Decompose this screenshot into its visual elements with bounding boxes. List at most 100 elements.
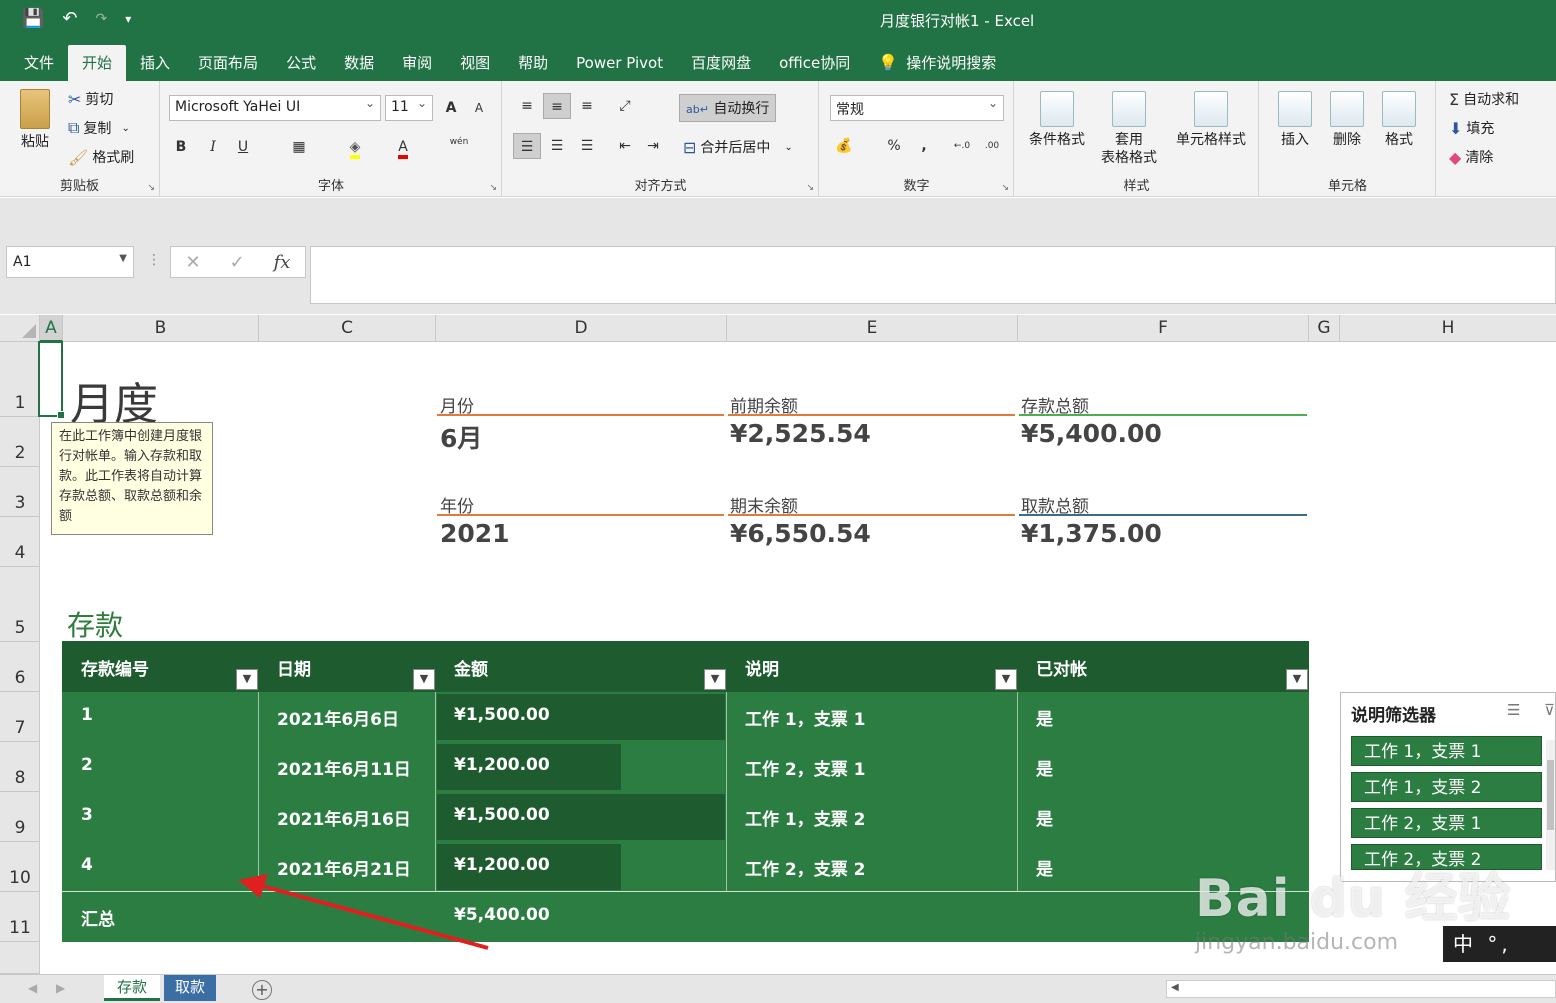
column-header-f[interactable]: F xyxy=(1018,315,1309,342)
fill-button[interactable]: ⬇ 填充 xyxy=(1449,118,1494,138)
tab-file[interactable]: 文件 xyxy=(10,45,68,81)
phonetic-button[interactable]: wén xyxy=(445,134,473,160)
row-header-11[interactable]: 11 xyxy=(0,892,40,942)
tab-power-pivot[interactable]: Power Pivot xyxy=(562,45,677,81)
bold-button[interactable]: B xyxy=(167,134,195,160)
percent-style-button[interactable]: % xyxy=(880,133,908,159)
table-cell[interactable]: 工作 1，支票 2 xyxy=(745,805,866,830)
slicer-item[interactable]: 工作 1，支票 1 xyxy=(1351,736,1542,766)
tab-help[interactable]: 帮助 xyxy=(504,45,562,81)
wrap-text-button[interactable]: ab↵ 自动换行 xyxy=(679,94,777,122)
column-header-g[interactable]: G xyxy=(1309,315,1340,342)
filter-dropdown-icon[interactable]: ▼ xyxy=(995,669,1017,690)
row-header-10[interactable]: 10 xyxy=(0,842,40,892)
scroll-left-icon[interactable]: ◀ xyxy=(1171,982,1179,993)
table-cell[interactable]: 2021年6月6日 xyxy=(277,705,399,730)
align-right-icon[interactable]: ☰ xyxy=(573,133,601,159)
align-middle-icon[interactable]: ≡ xyxy=(543,93,571,119)
format-as-table-button[interactable]: 套用 表格格式 xyxy=(1091,91,1167,167)
total-value[interactable]: ¥5,400.00 xyxy=(454,905,550,925)
row-header-8[interactable]: 8 xyxy=(0,742,40,792)
redo-icon[interactable]: ↷ xyxy=(96,11,108,27)
dialog-launcher-icon[interactable]: ↘ xyxy=(1001,183,1009,193)
horizontal-scrollbar[interactable]: ◀ xyxy=(1166,980,1556,998)
table-cell[interactable]: 工作 2，支票 2 xyxy=(745,855,866,880)
more-options-icon[interactable]: ⋮ xyxy=(147,252,161,268)
font-name-select[interactable]: Microsoft YaHei UI xyxy=(169,95,381,121)
active-cell-a1[interactable] xyxy=(38,341,65,419)
align-center-icon[interactable]: ☰ xyxy=(543,133,571,159)
multi-select-icon[interactable]: ☰ xyxy=(1507,701,1520,719)
table-cell[interactable]: ¥1,200.00 xyxy=(454,755,550,775)
filter-dropdown-icon[interactable]: ▼ xyxy=(704,669,726,690)
select-all-button[interactable] xyxy=(0,315,40,342)
autosum-button[interactable]: Σ 自动求和 xyxy=(1449,89,1519,109)
table-cell[interactable]: 是 xyxy=(1036,755,1053,780)
enter-icon[interactable]: ✓ xyxy=(230,252,245,273)
number-format-select[interactable]: 常规 xyxy=(830,95,1004,121)
table-cell[interactable]: 2021年6月11日 xyxy=(277,755,411,780)
column-header-c[interactable]: C xyxy=(259,315,436,342)
insert-function-icon[interactable]: fx xyxy=(274,252,291,273)
tab-home[interactable]: 开始 xyxy=(68,45,127,81)
customize-qat-icon[interactable]: ▾ xyxy=(125,12,131,26)
grow-font-button[interactable]: A xyxy=(437,95,465,121)
row-header-3[interactable]: 3 xyxy=(0,467,40,517)
column-header-b[interactable]: B xyxy=(63,315,259,342)
cut-button[interactable]: ✂ 剪切 xyxy=(68,89,113,109)
format-painter-button[interactable]: 🖌 格式刷 xyxy=(68,147,134,167)
undo-icon[interactable]: ↶ xyxy=(62,8,77,29)
filter-dropdown-icon[interactable]: ▼ xyxy=(413,669,435,690)
dialog-launcher-icon[interactable]: ↘ xyxy=(806,183,814,193)
row-header-2[interactable]: 2 xyxy=(0,417,40,467)
dialog-launcher-icon[interactable]: ↘ xyxy=(489,183,497,193)
ime-indicator[interactable]: 中 °, xyxy=(1443,926,1556,962)
delete-cells-button[interactable]: 删除 xyxy=(1322,91,1372,149)
dialog-launcher-icon[interactable]: ↘ xyxy=(147,183,155,193)
font-color-button[interactable]: A xyxy=(389,134,417,160)
sheet-tab-withdrawals[interactable]: 取款 xyxy=(164,975,216,1001)
copy-button[interactable]: ⧉ 复制 ⌄ xyxy=(68,118,130,138)
tell-me-search[interactable]: 💡 操作说明搜索 xyxy=(864,45,1010,81)
filter-dropdown-icon[interactable]: ▼ xyxy=(1286,669,1308,690)
table-cell[interactable]: 是 xyxy=(1036,805,1053,830)
table-cell[interactable]: 工作 2，支票 1 xyxy=(745,755,866,780)
row-header-12[interactable] xyxy=(0,942,40,974)
description-slicer[interactable]: 说明筛选器 ☰ ⊽ 工作 1，支票 1 工作 1，支票 2 工作 2，支票 1 … xyxy=(1340,692,1556,882)
shrink-font-button[interactable]: A xyxy=(465,95,493,121)
slicer-scrollbar[interactable] xyxy=(1546,740,1555,870)
tab-formulas[interactable]: 公式 xyxy=(272,45,330,81)
increase-indent-icon[interactable]: ⇥ xyxy=(639,133,667,159)
format-cells-button[interactable]: 格式 xyxy=(1374,91,1424,149)
accounting-format-icon[interactable]: 💰 xyxy=(830,133,858,159)
column-header-e[interactable]: E xyxy=(727,315,1018,342)
sheet-tab-deposits[interactable]: 存款 xyxy=(104,975,160,1001)
decrease-decimal-button[interactable]: .00 xyxy=(978,133,1006,159)
add-sheet-icon[interactable]: + xyxy=(252,980,272,1000)
underline-button[interactable]: U xyxy=(229,134,257,160)
total-label[interactable]: 汇总 xyxy=(81,905,115,930)
row-header-7[interactable]: 7 xyxy=(0,692,40,742)
tab-office-collab[interactable]: office协同 xyxy=(765,45,864,81)
table-cell[interactable]: 是 xyxy=(1036,705,1053,730)
filter-dropdown-icon[interactable]: ▼ xyxy=(236,669,258,690)
tab-insert[interactable]: 插入 xyxy=(126,45,184,81)
table-cell[interactable]: 1 xyxy=(81,705,93,725)
clear-filter-icon[interactable]: ⊽ xyxy=(1544,701,1555,719)
table-cell[interactable]: 2021年6月21日 xyxy=(277,855,411,880)
row-header-1[interactable]: 1 xyxy=(0,342,40,417)
next-sheet-icon[interactable]: ▶ xyxy=(56,981,65,995)
formula-input[interactable] xyxy=(310,246,1556,304)
row-header-9[interactable]: 9 xyxy=(0,792,40,842)
save-icon[interactable]: 💾 xyxy=(22,8,44,29)
row-header-6[interactable]: 6 xyxy=(0,642,40,692)
insert-cells-button[interactable]: 插入 xyxy=(1270,91,1320,149)
prev-sheet-icon[interactable]: ◀ xyxy=(28,981,37,995)
italic-button[interactable]: I xyxy=(199,134,227,160)
table-cell[interactable]: ¥1,200.00 xyxy=(454,855,550,875)
cell-styles-button[interactable]: 单元格样式 xyxy=(1167,91,1255,149)
slicer-item[interactable]: 工作 1，支票 2 xyxy=(1351,772,1542,802)
table-cell[interactable]: ¥1,500.00 xyxy=(454,705,550,725)
align-left-icon[interactable]: ☰ xyxy=(513,133,541,159)
table-cell[interactable]: 2021年6月16日 xyxy=(277,805,411,830)
